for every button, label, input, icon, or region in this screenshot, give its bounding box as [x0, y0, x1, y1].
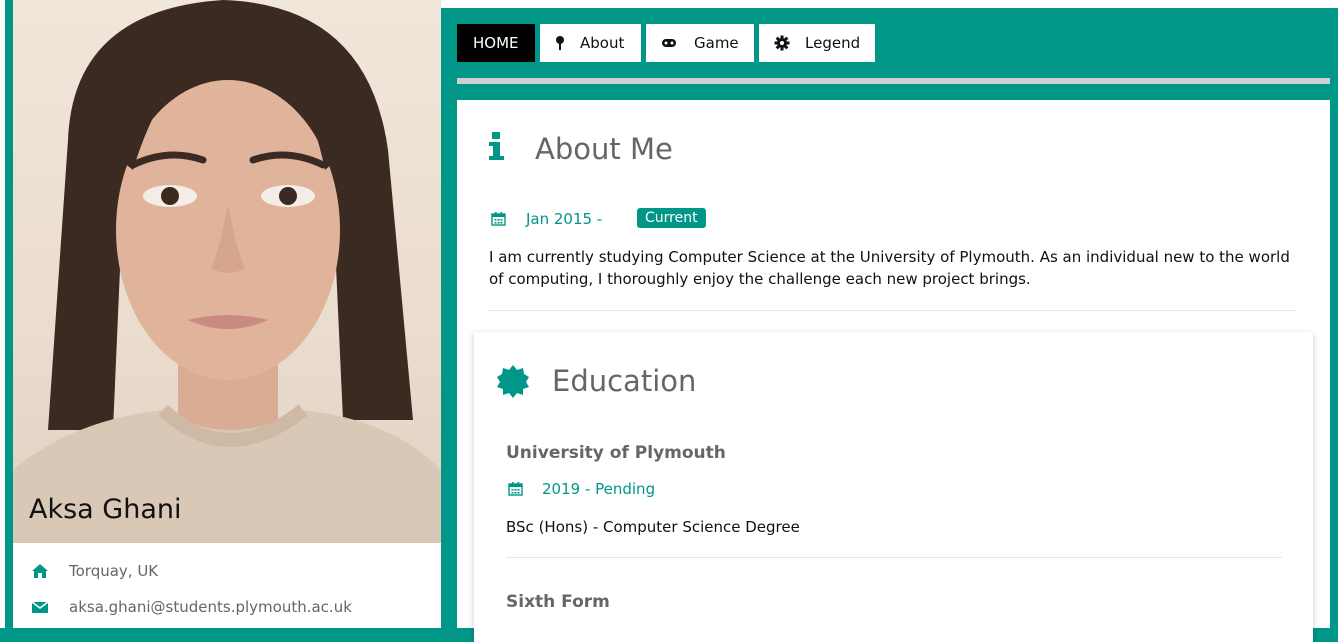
profile-photo	[13, 0, 441, 543]
degree-text: BSc (Hons) - Computer Science Degree	[506, 518, 800, 536]
calendar-icon	[491, 212, 506, 226]
envelope-icon	[31, 601, 49, 613]
pin-icon	[556, 36, 564, 50]
current-badge: Current	[637, 208, 706, 228]
gamepad-icon	[662, 39, 676, 47]
profile-name: Aksa Ghani	[29, 494, 182, 525]
location-text: Torquay, UK	[69, 562, 159, 580]
education-date-text: 2019 - Pending	[542, 480, 656, 498]
profile-sidebar: Aksa Ghani Torquay, UK aksa.ghani@studen…	[13, 0, 441, 628]
nav-game-label: Game	[694, 34, 739, 52]
gear-icon	[774, 35, 790, 51]
about-date-text: Jan 2015 -	[526, 210, 603, 228]
profile-photo-illustration	[13, 0, 441, 543]
top-border-strip	[441, 0, 1338, 8]
email-text[interactable]: aksa.ghani@students.plymouth.ac.uk	[69, 598, 352, 616]
about-title: About Me	[535, 132, 673, 166]
about-description: I am currently studying Computer Science…	[489, 248, 1290, 288]
about-divider	[489, 310, 1297, 311]
left-border-strip	[0, 0, 5, 628]
info-icon	[489, 132, 504, 160]
school-name: University of Plymouth	[506, 443, 726, 463]
home-icon	[32, 564, 48, 578]
nav-about-label: About	[580, 34, 625, 52]
certificate-icon	[497, 365, 529, 398]
nav-game[interactable]: Game	[646, 24, 754, 62]
school-name: Sixth Form	[506, 592, 610, 612]
nav-home[interactable]: HOME	[457, 24, 535, 62]
nav-legend[interactable]: Legend	[759, 24, 875, 62]
calendar-icon	[508, 482, 523, 496]
nav-about[interactable]: About	[540, 24, 641, 62]
education-card: Education University of Plymouth 2019 - …	[474, 332, 1313, 642]
education-divider	[506, 557, 1282, 558]
nav-divider	[457, 78, 1330, 84]
nav-legend-label: Legend	[805, 34, 861, 52]
education-title: Education	[552, 364, 697, 398]
nav-home-label: HOME	[473, 34, 519, 52]
